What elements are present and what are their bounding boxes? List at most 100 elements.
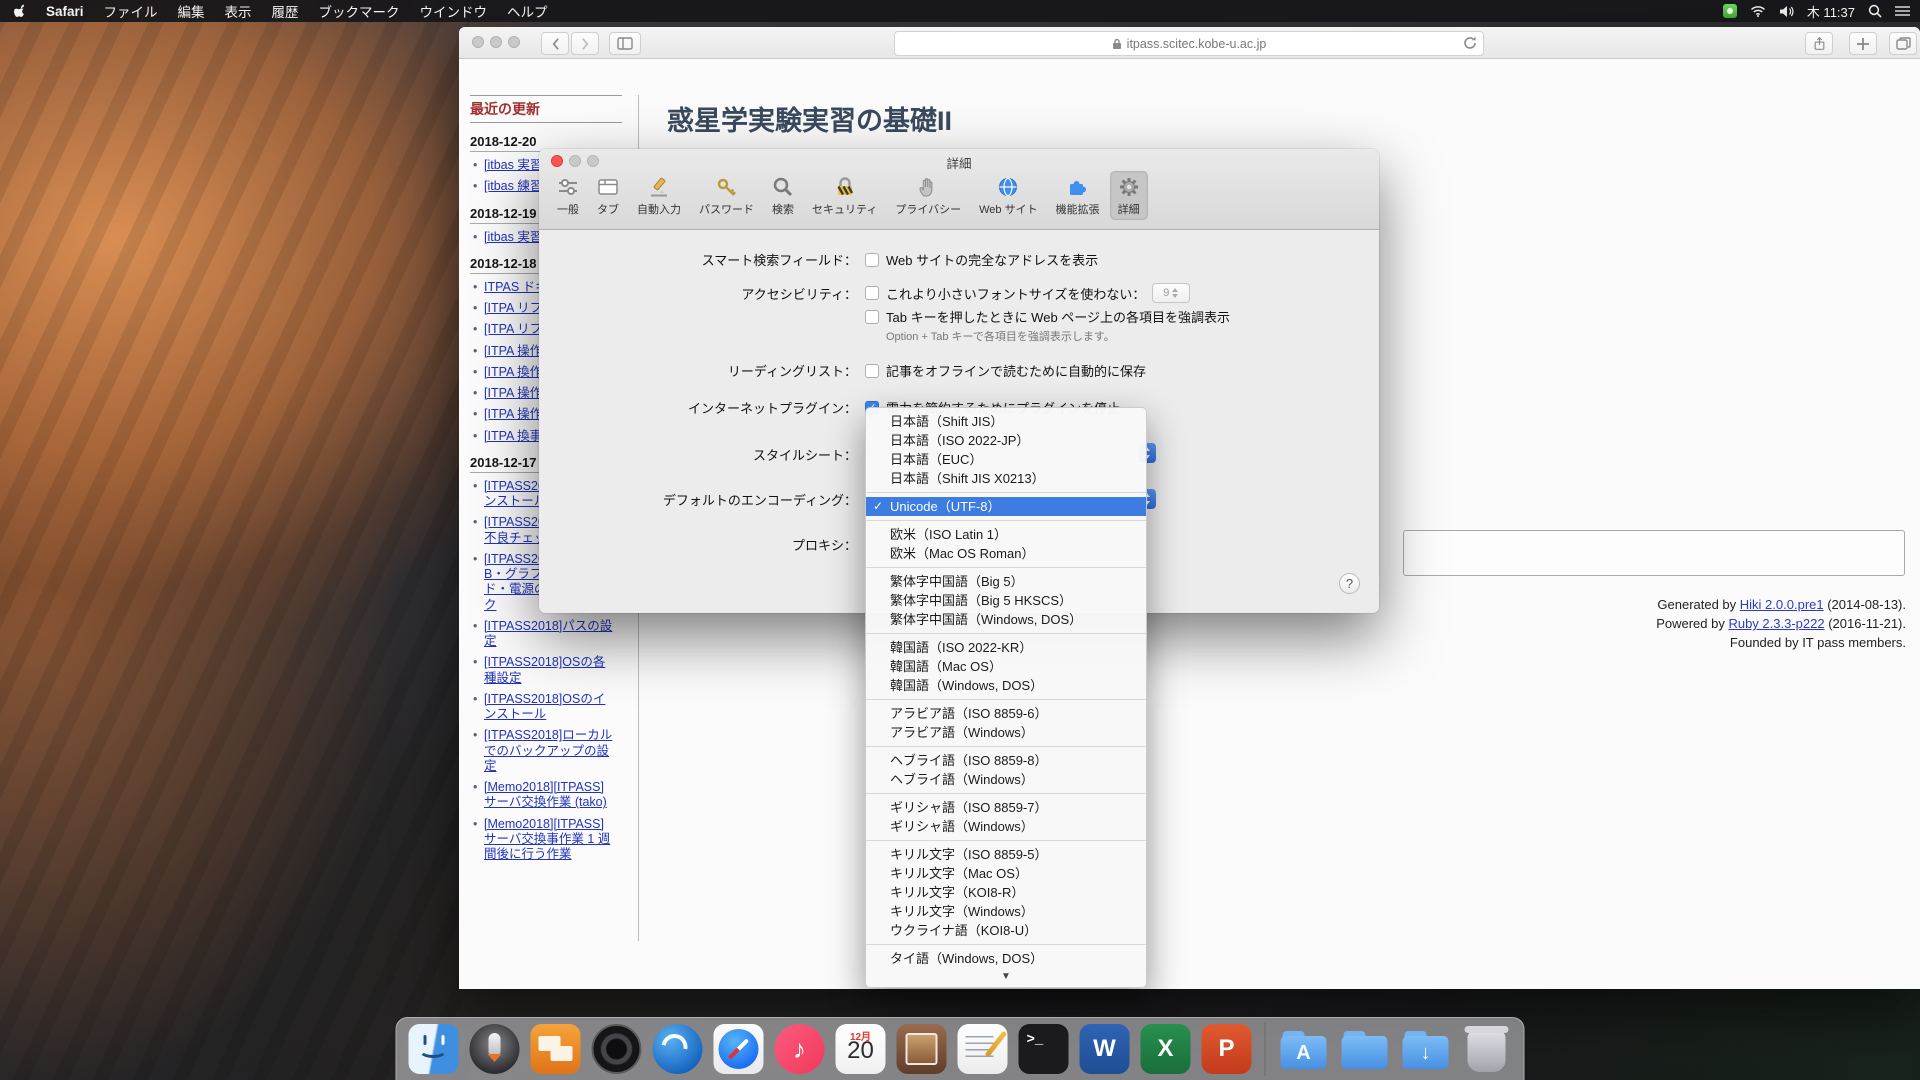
dock-downloads-folder-icon[interactable]: ↓: [1401, 1024, 1451, 1074]
share-button[interactable]: [1805, 32, 1833, 55]
dock-word-icon[interactable]: W: [1080, 1024, 1130, 1074]
encoding-menu-item[interactable]: [866, 492, 1146, 493]
wifi-icon[interactable]: [1750, 5, 1766, 17]
prefs-tab-passwords[interactable]: パスワード: [691, 171, 762, 220]
dock-finder-icon[interactable]: [409, 1024, 459, 1074]
encoding-menu-item[interactable]: ヘブライ語（ISO 8859-8）: [866, 751, 1146, 770]
forward-button[interactable]: [571, 32, 599, 55]
page-content-box[interactable]: [1403, 530, 1905, 576]
encoding-menu-item[interactable]: 繁体字中国語（Big 5 HKSCS）: [866, 591, 1146, 610]
encoding-menu-item[interactable]: ヘブライ語（Windows）: [866, 770, 1146, 789]
prefs-tab-websites[interactable]: Web サイト: [971, 171, 1045, 220]
encoding-menu-item[interactable]: アラビア語（ISO 8859-6）: [866, 704, 1146, 723]
menu-item-bookmarks[interactable]: ブックマーク: [309, 1, 410, 21]
sidebar-entry[interactable]: [ITPASS2018]パスの設定: [484, 619, 616, 650]
encoding-menu-item[interactable]: [866, 840, 1146, 841]
dock-notes-icon[interactable]: [958, 1024, 1008, 1074]
notification-center-icon[interactable]: [1895, 5, 1910, 17]
footer-link[interactable]: Hiki 2.0.0.pre1: [1740, 597, 1824, 612]
new-tab-button[interactable]: [1849, 32, 1877, 55]
dock-music-icon[interactable]: ♪: [775, 1024, 825, 1074]
green-status-icon[interactable]: [1723, 4, 1737, 18]
encoding-menu-item[interactable]: [866, 793, 1146, 794]
encoding-menu-item[interactable]: ギリシャ語（ISO 8859-7）: [866, 798, 1146, 817]
dock-launchpad-icon[interactable]: [470, 1024, 520, 1074]
menu-item-history[interactable]: 履歴: [262, 1, 309, 21]
encoding-menu-item[interactable]: 日本語（Shift JIS X0213）: [866, 469, 1146, 488]
window-zoom-button[interactable]: [508, 36, 520, 48]
encoding-menu-item[interactable]: ▼: [866, 968, 1146, 983]
window-close-button[interactable]: [472, 36, 484, 48]
prefs-tab-extensions[interactable]: 機能拡張: [1048, 171, 1108, 220]
reading-list-checkbox[interactable]: [865, 364, 879, 378]
sidebar-entry[interactable]: [Memo2018][ITPASS]サーバ交換作業 (tako): [484, 780, 616, 811]
sidebar-entry[interactable]: [ITPASS2018]OSの各種設定: [484, 655, 616, 686]
prefs-tab-general[interactable]: 一般: [549, 171, 587, 220]
encoding-menu-item[interactable]: [866, 520, 1146, 521]
footer-link[interactable]: Ruby 2.3.3-p222: [1728, 616, 1824, 631]
sidebar-entry[interactable]: [ITPASS2018]OSのインストール: [484, 692, 616, 723]
spotlight-icon[interactable]: [1868, 4, 1882, 18]
encoding-menu-item[interactable]: キリル文字（Windows）: [866, 902, 1146, 921]
min-font-size-checkbox[interactable]: [865, 286, 879, 300]
dock-mission-control-icon[interactable]: [531, 1024, 581, 1074]
reload-icon[interactable]: [1463, 36, 1477, 50]
sidebar-toggle-button[interactable]: [609, 32, 641, 55]
menu-item-safari[interactable]: Safari: [36, 4, 94, 19]
dock-lens-app-icon[interactable]: [592, 1024, 642, 1074]
encoding-menu-item[interactable]: キリル文字（KOI8-R）: [866, 883, 1146, 902]
encoding-menu-item[interactable]: 韓国語（Mac OS）: [866, 657, 1146, 676]
window-minimize-button[interactable]: [490, 36, 502, 48]
menubar-clock[interactable]: 木 11:37: [1807, 2, 1855, 21]
menu-item-edit[interactable]: 編集: [168, 1, 215, 21]
encoding-menu-item[interactable]: [866, 699, 1146, 700]
encoding-menu-item[interactable]: 欧米（ISO Latin 1）: [866, 525, 1146, 544]
encoding-menu-item[interactable]: 日本語（EUC）: [866, 450, 1146, 469]
smart-search-checkbox[interactable]: [865, 253, 879, 267]
encoding-menu-item[interactable]: 日本語（Shift JIS）: [866, 412, 1146, 431]
encoding-menu-item[interactable]: 韓国語（ISO 2022-KR）: [866, 638, 1146, 657]
menu-item-view[interactable]: 表示: [215, 1, 262, 21]
menu-item-window[interactable]: ウインドウ: [410, 1, 498, 21]
encoding-menu-item[interactable]: [866, 746, 1146, 747]
prefs-tab-advanced[interactable]: 詳細: [1110, 171, 1148, 220]
encoding-menu-item[interactable]: 繁体字中国語（Big 5）: [866, 572, 1146, 591]
help-button[interactable]: ?: [1339, 573, 1360, 594]
dock-documents-folder-icon[interactable]: [1340, 1024, 1390, 1074]
volume-icon[interactable]: [1779, 5, 1794, 18]
prefs-tab-tabs[interactable]: タブ: [589, 171, 627, 220]
dock-terminal-icon[interactable]: >_: [1019, 1024, 1069, 1074]
encoding-menu-item[interactable]: キリル文字（Mac OS）: [866, 864, 1146, 883]
sidebar-entry[interactable]: [ITPASS2018]ローカルでのバックアップの設定: [484, 728, 616, 774]
encoding-menu-item[interactable]: [866, 633, 1146, 634]
prefs-tab-security[interactable]: セキュリティ: [804, 171, 885, 220]
encoding-menu-item[interactable]: 欧米（Mac OS Roman）: [866, 544, 1146, 563]
tab-overview-button[interactable]: [1889, 32, 1917, 55]
dock-powerpoint-icon[interactable]: P: [1202, 1024, 1252, 1074]
back-button[interactable]: [541, 32, 569, 55]
encoding-menu-item[interactable]: アラビア語（Windows）: [866, 723, 1146, 742]
encoding-menu-item[interactable]: ギリシャ語（Windows）: [866, 817, 1146, 836]
encoding-menu-item[interactable]: [866, 944, 1146, 945]
encoding-menu-item[interactable]: キリル文字（ISO 8859-5）: [866, 845, 1146, 864]
dock-photos-icon[interactable]: [897, 1024, 947, 1074]
menu-item-file[interactable]: ファイル: [94, 1, 168, 21]
encoding-menu-item[interactable]: 繁体字中国語（Windows, DOS）: [866, 610, 1146, 629]
dock-trash-icon[interactable]: [1468, 1030, 1506, 1072]
encoding-menu-item[interactable]: 韓国語（Windows, DOS）: [866, 676, 1146, 695]
encoding-menu-item[interactable]: ウクライナ語（KOI8-U）: [866, 921, 1146, 940]
encoding-menu-item[interactable]: [866, 567, 1146, 568]
font-size-popup[interactable]: 9: [1152, 283, 1190, 303]
encoding-menu-item[interactable]: タイ語（Windows, DOS）: [866, 949, 1146, 968]
tab-highlight-checkbox[interactable]: [865, 310, 879, 324]
prefs-tab-search[interactable]: 検索: [764, 171, 802, 220]
dock-safari-icon[interactable]: [714, 1024, 764, 1074]
dock-calendar-icon[interactable]: 12月 20: [836, 1024, 886, 1074]
address-bar[interactable]: itpass.scitec.kobe-u.ac.jp: [894, 31, 1484, 56]
dock-applications-folder-icon[interactable]: A: [1279, 1024, 1329, 1074]
prefs-tab-autofill[interactable]: 自動入力: [629, 171, 689, 220]
encoding-menu-item[interactable]: 日本語（ISO 2022-JP）: [866, 431, 1146, 450]
dock-excel-icon[interactable]: X: [1141, 1024, 1191, 1074]
apple-menu-icon[interactable]: [14, 4, 28, 19]
dock-thunderbird-icon[interactable]: [653, 1024, 703, 1074]
